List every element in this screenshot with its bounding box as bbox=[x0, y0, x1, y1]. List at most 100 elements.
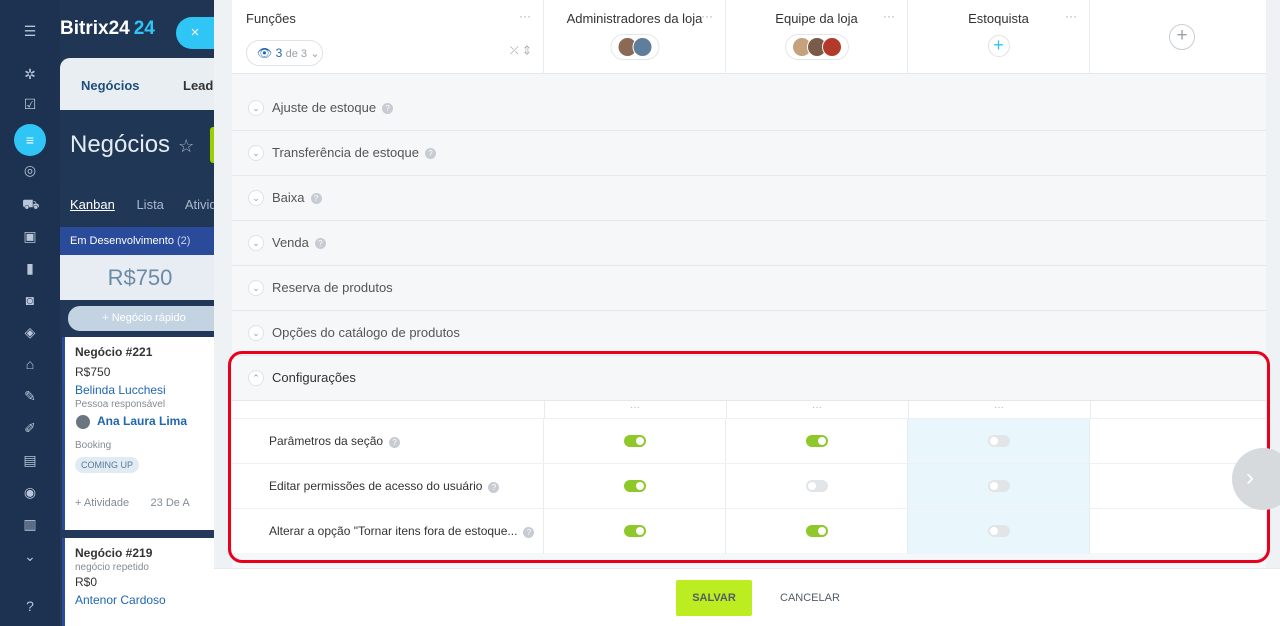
help-icon[interactable]: ? bbox=[523, 527, 535, 538]
deal-title[interactable]: Negócio #219 bbox=[75, 546, 220, 560]
more-icon[interactable]: ··· bbox=[544, 402, 726, 413]
section-stock-transfer[interactable]: ⌄ Transferência de estoque? bbox=[232, 131, 1266, 176]
chevron-up-icon[interactable]: ⌃ bbox=[248, 370, 264, 386]
section-sale[interactable]: ⌄ Venda? bbox=[232, 221, 1266, 266]
add-activity-link[interactable]: + Atividade bbox=[75, 497, 129, 509]
permission-toggle[interactable] bbox=[806, 480, 828, 492]
view-activities[interactable]: Ativid bbox=[185, 197, 217, 212]
avatar bbox=[821, 37, 842, 57]
chevron-down-icon[interactable]: ⌄ bbox=[248, 100, 264, 116]
role-name[interactable]: Administradores da loja bbox=[544, 11, 725, 26]
role-members[interactable] bbox=[784, 34, 849, 60]
deal-card[interactable]: Negócio #221 R$750 Belinda Lucchesi Pess… bbox=[62, 337, 220, 530]
deal-client[interactable]: Antenor Cardoso bbox=[75, 593, 220, 607]
chevron-down-icon[interactable]: ⌄ bbox=[248, 280, 264, 296]
role-column-stock: Estoquista ··· + bbox=[908, 0, 1090, 74]
permission-label: Alterar a opção "Tornar itens fora de es… bbox=[232, 509, 544, 554]
deal-subtitle: negócio repetido bbox=[75, 562, 149, 573]
docs-icon[interactable]: ✐ bbox=[22, 420, 38, 436]
more-icon[interactable]: ··· bbox=[908, 402, 1090, 413]
permission-row: Alterar a opção "Tornar itens fora de es… bbox=[232, 508, 1266, 554]
tab-deals[interactable]: Negócios bbox=[81, 78, 140, 93]
view-kanban[interactable]: Kanban bbox=[70, 197, 115, 212]
more-icon[interactable]: ··· bbox=[701, 9, 713, 23]
contacts-icon[interactable]: ▣ bbox=[22, 228, 38, 244]
brand-logo: Bitrix24 24 bbox=[60, 18, 155, 39]
tasks-icon[interactable]: ☑ bbox=[22, 96, 38, 112]
section-stock-adjustment[interactable]: ⌄ Ajuste de estoque? bbox=[232, 86, 1266, 131]
quick-deal-button[interactable]: + Negócio rápido bbox=[68, 306, 220, 331]
calendar-icon[interactable]: ▤ bbox=[22, 452, 38, 468]
permission-row: Editar permissões de acesso do usuário? bbox=[232, 463, 1266, 509]
permission-toggle[interactable] bbox=[624, 480, 646, 492]
more-icon[interactable]: ··· bbox=[1065, 9, 1077, 23]
chevron-down-icon[interactable]: ⌄ bbox=[248, 235, 264, 251]
permission-toggle[interactable] bbox=[624, 525, 646, 537]
star-icon[interactable]: ☆ bbox=[178, 136, 194, 156]
more-icon[interactable]: ··· bbox=[883, 9, 895, 23]
permission-toggle[interactable] bbox=[988, 525, 1010, 537]
role-members[interactable] bbox=[610, 34, 659, 60]
cart-icon[interactable]: ⛟ bbox=[22, 196, 40, 212]
section-write-off[interactable]: ⌄ Baixa? bbox=[232, 176, 1266, 221]
role-name[interactable]: Estoquista bbox=[908, 11, 1089, 26]
help-icon[interactable]: ? bbox=[22, 598, 38, 614]
cancel-button[interactable]: CANCELAR bbox=[766, 580, 854, 616]
close-icon[interactable]: × bbox=[176, 17, 214, 49]
box-icon[interactable]: ◈ bbox=[22, 324, 38, 340]
permission-toggle[interactable] bbox=[624, 435, 646, 447]
view-list[interactable]: Lista bbox=[136, 197, 163, 212]
role-column-team: Equipe da loja ··· bbox=[726, 0, 908, 74]
more-icon[interactable]: ··· bbox=[726, 402, 908, 413]
company-icon[interactable]: ⌂ bbox=[22, 356, 38, 372]
permission-toggle[interactable] bbox=[988, 435, 1010, 447]
section-catalog-options[interactable]: ⌄ Opções do catálogo de produtos bbox=[232, 311, 1266, 356]
add-role-icon[interactable]: + bbox=[1169, 24, 1195, 50]
target-icon[interactable]: ◉ bbox=[22, 484, 38, 500]
help-icon[interactable]: ? bbox=[382, 103, 394, 114]
deal-title[interactable]: Negócio #221 bbox=[75, 345, 220, 359]
robot-icon[interactable]: ◙ bbox=[22, 292, 38, 308]
chevron-down-icon: ⌄ bbox=[310, 48, 320, 60]
permission-toggle[interactable] bbox=[988, 480, 1010, 492]
chevron-down-icon[interactable]: ⌄ bbox=[248, 145, 264, 161]
roles-title: Funções bbox=[246, 11, 296, 26]
help-icon[interactable]: ? bbox=[424, 148, 436, 159]
analytics-icon[interactable]: ▮ bbox=[22, 260, 38, 276]
more-icon[interactable]: ⌄ bbox=[22, 548, 38, 564]
view-switcher: Kanban Lista Ativid bbox=[70, 197, 235, 212]
deal-amount: R$750 bbox=[75, 365, 111, 379]
responsible-person[interactable]: Ana Laura Lima bbox=[75, 414, 220, 430]
help-icon[interactable]: ? bbox=[389, 437, 401, 448]
role-column-admins: Administradores da loja ··· bbox=[544, 0, 726, 74]
help-icon[interactable]: ? bbox=[314, 238, 326, 249]
section-product-reserve[interactable]: ⌄ Reserva de produtos bbox=[232, 266, 1266, 311]
sales-icon[interactable]: ◎ bbox=[22, 162, 38, 178]
avatar bbox=[632, 37, 652, 57]
avatar bbox=[75, 414, 91, 430]
role-name[interactable]: Equipe da loja bbox=[726, 11, 907, 26]
sign-icon[interactable]: ✎ bbox=[22, 388, 38, 404]
footer-bar: SALVAR CANCELAR bbox=[214, 568, 1280, 626]
menu-icon[interactable]: ☰ bbox=[22, 23, 38, 39]
more-icon[interactable]: ··· bbox=[519, 9, 531, 23]
help-icon[interactable]: ? bbox=[488, 482, 500, 493]
chevron-down-icon[interactable]: ⌄ bbox=[248, 325, 264, 341]
collapse-expand-icon[interactable]: ⤫ ⇕ bbox=[510, 45, 531, 58]
help-icon[interactable]: ? bbox=[310, 193, 322, 204]
stage-sum: R$750 bbox=[60, 255, 220, 300]
section-settings[interactable]: ⌃ Configurações bbox=[232, 356, 1266, 401]
feed-icon[interactable]: ✲ bbox=[22, 66, 38, 82]
crm-icon[interactable]: ≡ bbox=[14, 124, 46, 156]
save-button[interactable]: SALVAR bbox=[676, 580, 752, 616]
deal-client[interactable]: Belinda Lucchesi bbox=[75, 383, 220, 397]
chevron-down-icon[interactable]: ⌄ bbox=[248, 190, 264, 206]
add-member-icon[interactable]: + bbox=[987, 35, 1010, 57]
deal-amount: R$0 bbox=[75, 575, 98, 589]
deal-card[interactable]: Negócio #219 negócio repetido R$0 Anteno… bbox=[62, 538, 220, 626]
permission-toggle[interactable] bbox=[806, 435, 828, 447]
eye-icon: 👁 bbox=[257, 46, 273, 60]
sites-icon[interactable]: ▥ bbox=[22, 516, 38, 532]
roles-visibility-filter[interactable]: 👁 3 de 3 ⌄ bbox=[246, 40, 323, 66]
permission-toggle[interactable] bbox=[806, 525, 828, 537]
